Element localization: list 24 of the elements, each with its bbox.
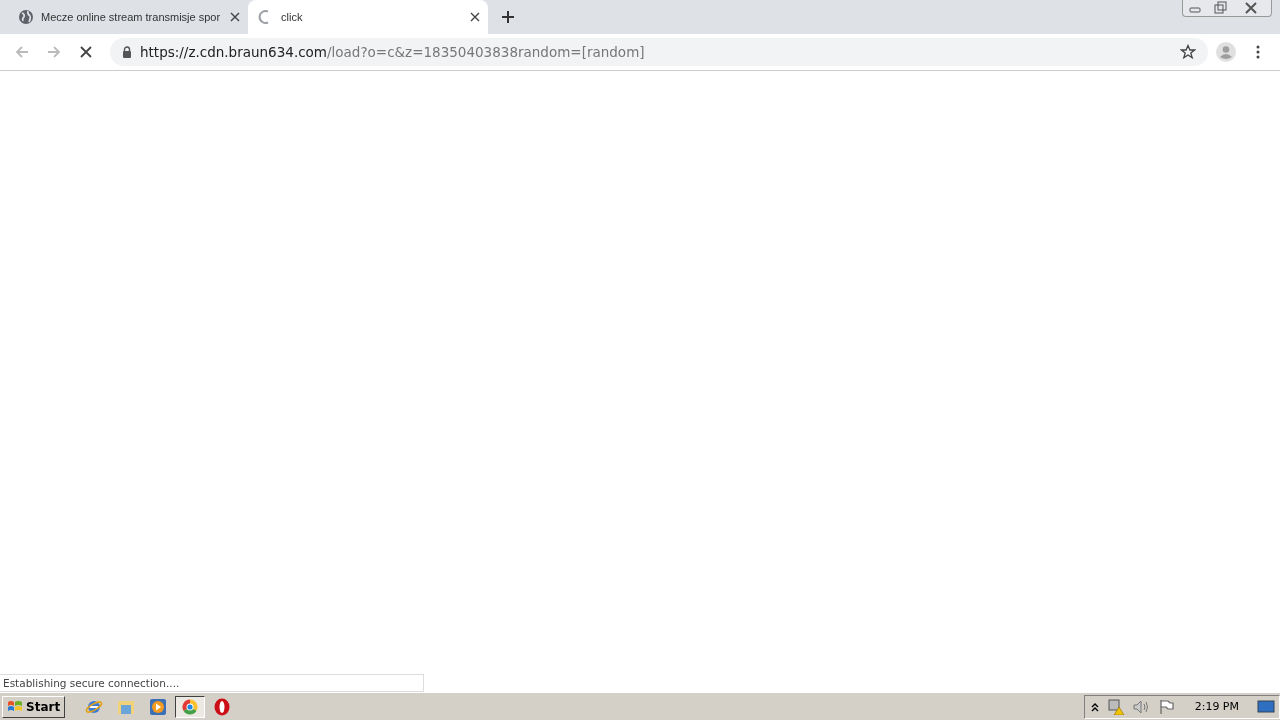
taskbar-button[interactable]: [175, 695, 206, 718]
flag-logo-icon: [7, 699, 23, 714]
network-warning-icon[interactable]: [1106, 698, 1125, 715]
folder-icon: [117, 698, 136, 715]
start-button[interactable]: Start: [2, 695, 66, 718]
lock-icon: [122, 46, 132, 58]
browser-tab[interactable]: click: [248, 0, 488, 34]
flag-icon[interactable]: [1158, 698, 1175, 715]
close-icon[interactable]: [230, 12, 240, 22]
show-desktop-icon[interactable]: [1257, 699, 1275, 714]
star-icon[interactable]: [1180, 44, 1196, 60]
speaker-icon[interactable]: [1132, 699, 1151, 714]
stop-icon[interactable]: [79, 45, 93, 59]
media-player-icon: [149, 697, 168, 716]
chevron-up-icon[interactable]: [1090, 701, 1099, 712]
chrome-icon: [182, 698, 199, 715]
plus-icon[interactable]: [501, 10, 515, 24]
status-bubble: Establishing secure connection....: [0, 674, 424, 692]
browser-tab[interactable]: Mecze online stream transmisje spor: [8, 0, 248, 34]
globe-icon: [18, 9, 34, 25]
opera-o-icon: [214, 697, 231, 716]
close-icon[interactable]: [470, 12, 480, 22]
clock[interactable]: 2:19 PM: [1194, 700, 1239, 713]
address-bar[interactable]: https://z.cdn.braun634.com/load?o=c&z=18350403838random=[random]: [110, 38, 1208, 66]
